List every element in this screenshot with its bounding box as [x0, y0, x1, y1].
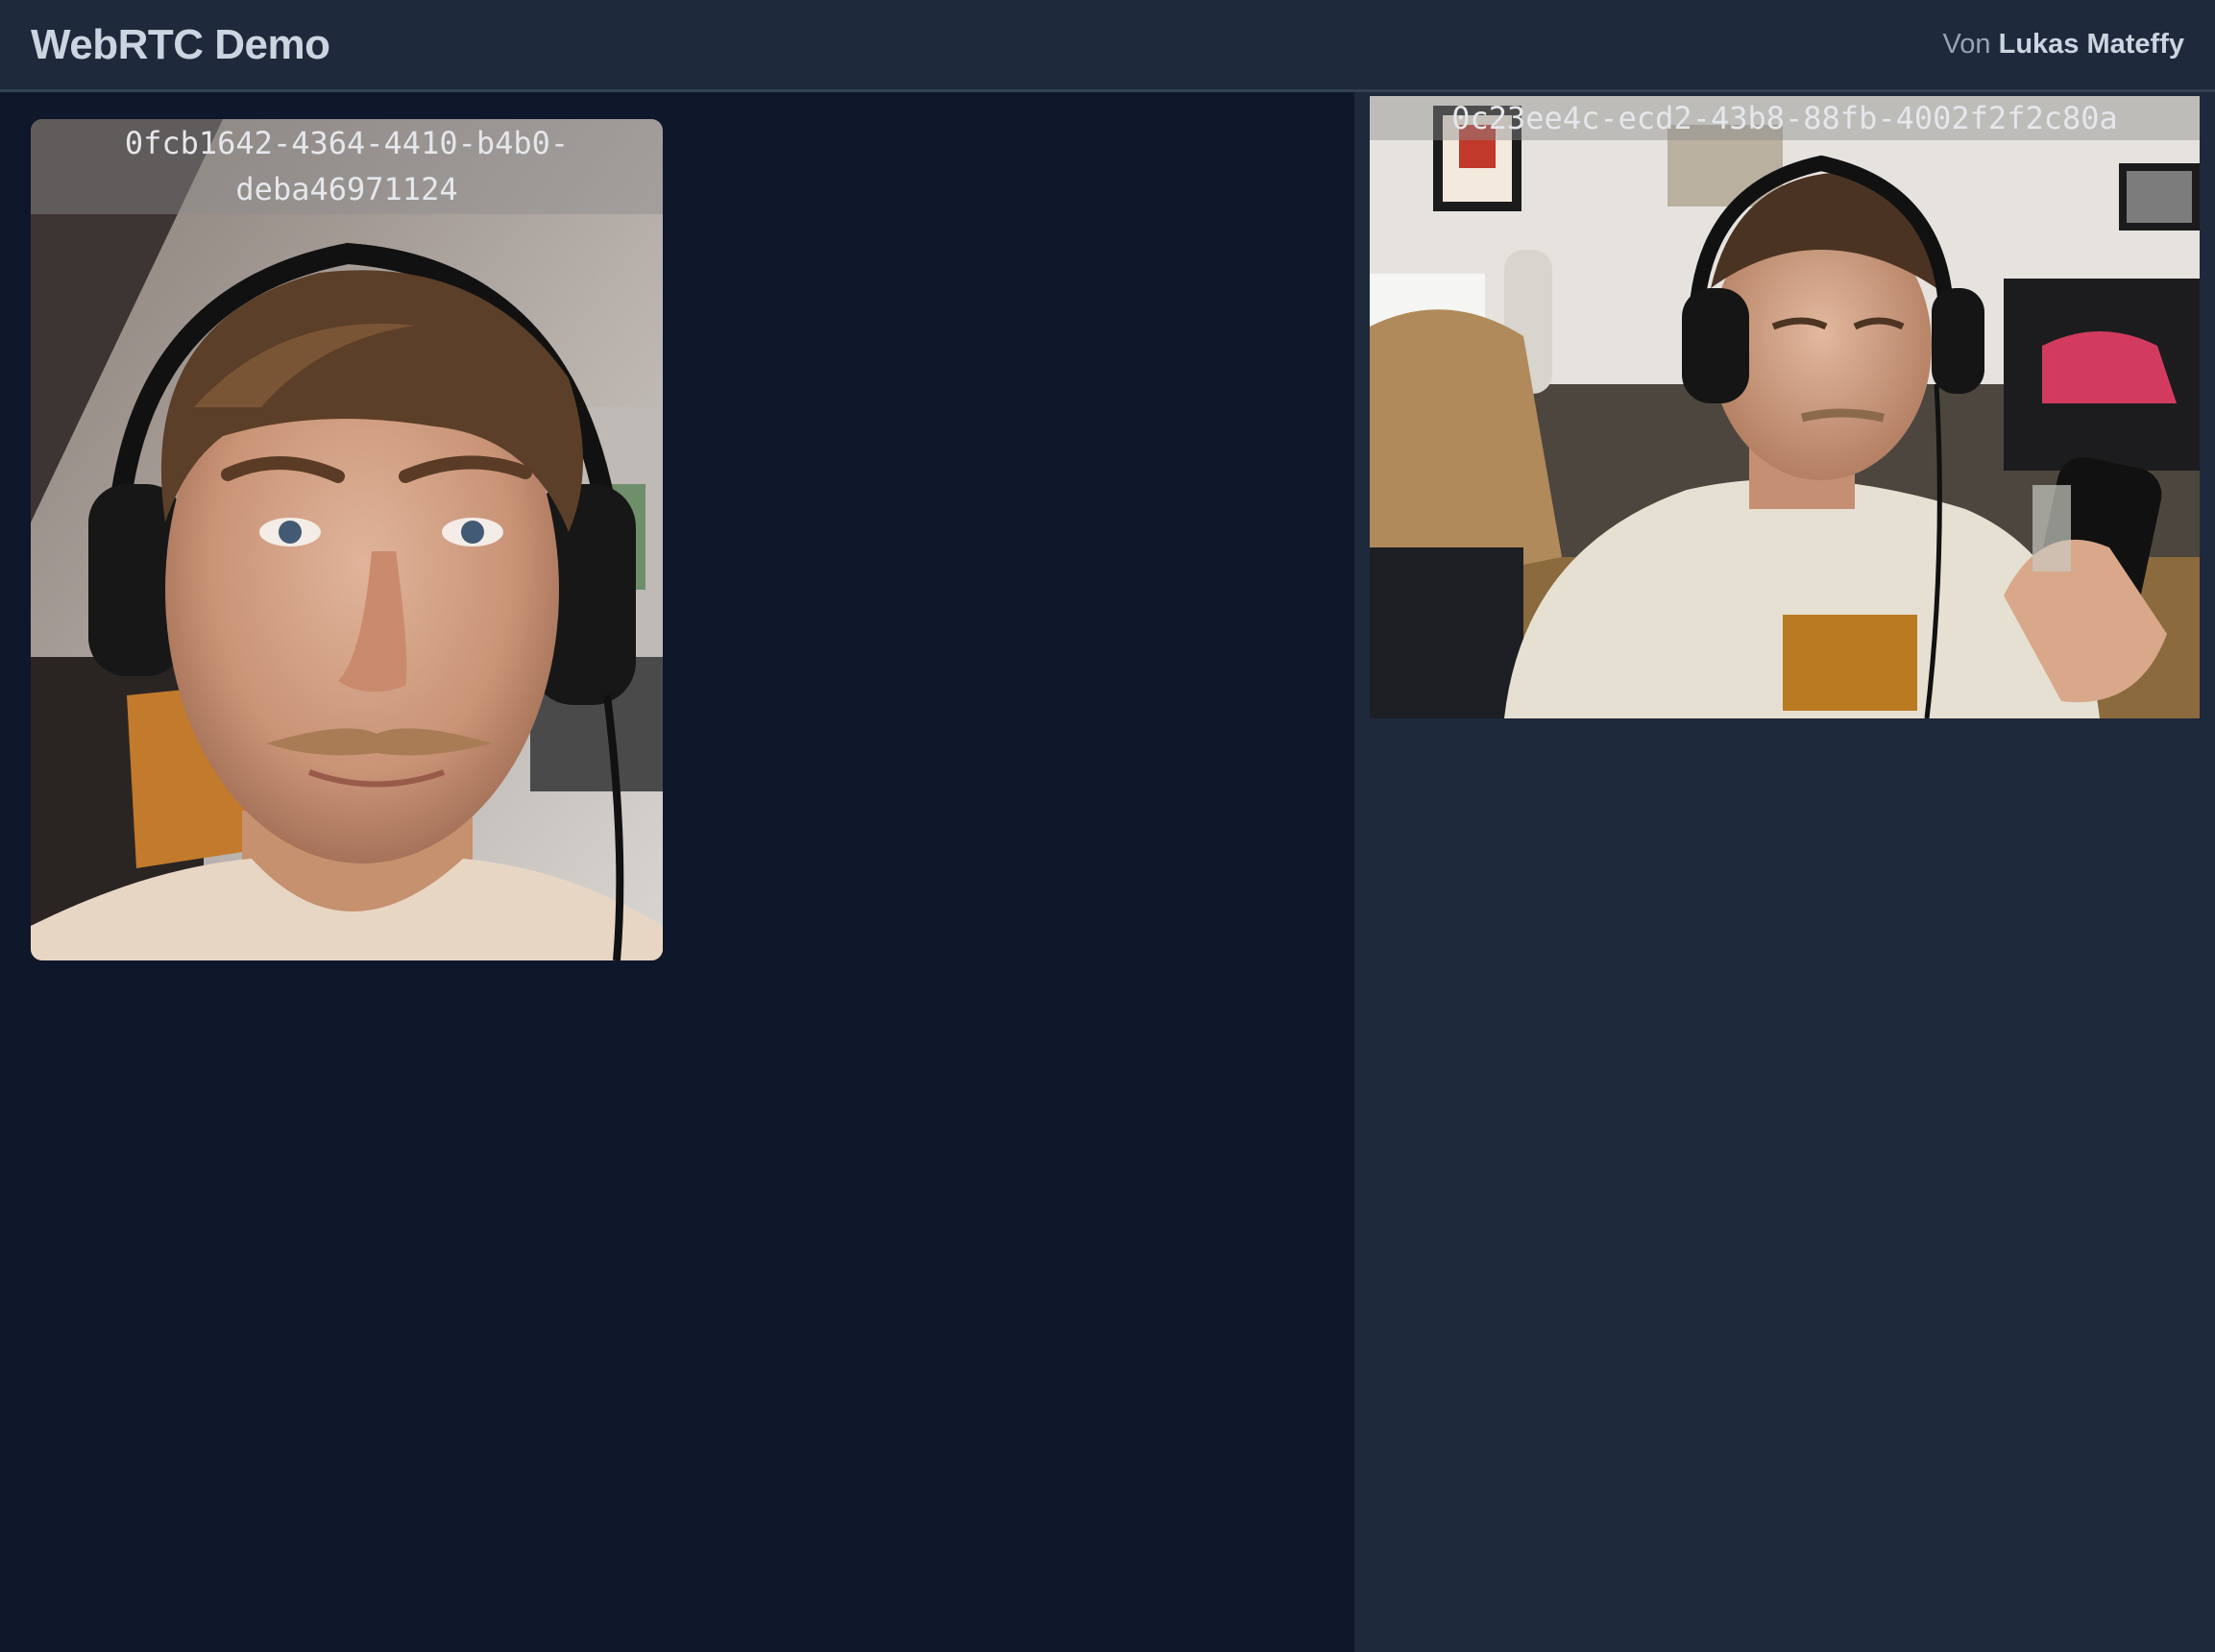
remote-video-frame [1370, 96, 2200, 718]
app-title: WebRTC Demo [31, 21, 330, 68]
local-peer-id-label: 0fcb1642-4364-4410-b4b0-deba46971124 [31, 119, 663, 214]
remote-video-tile: 0c23ee4c-ecd2-43b8-88fb-4002f2f2c80a [1370, 96, 2200, 718]
local-video-tile: 0fcb1642-4364-4410-b4b0-deba46971124 [31, 119, 663, 960]
byline-prefix: Von [1942, 29, 1991, 60]
top-bar: WebRTC Demo Von Lukas Mateffy [0, 0, 2215, 92]
remote-peer-id-label: 0c23ee4c-ecd2-43b8-88fb-4002f2f2c80a [1370, 96, 2200, 140]
byline-author: Lukas Mateffy [1998, 29, 2184, 60]
local-video-frame [31, 119, 663, 960]
byline: Von Lukas Mateffy [1943, 29, 2184, 61]
